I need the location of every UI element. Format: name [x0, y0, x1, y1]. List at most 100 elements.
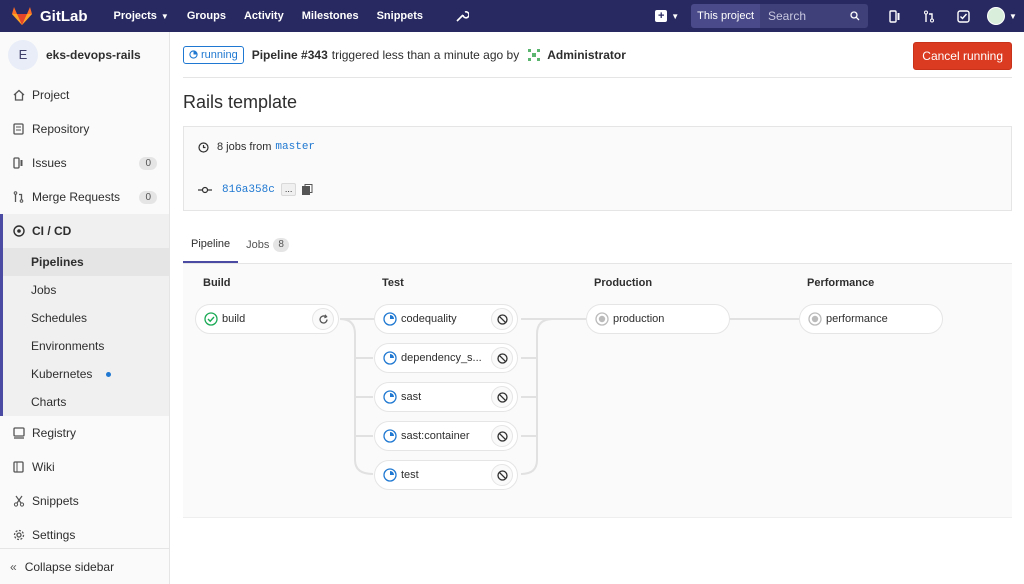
sidebar-subitem-kubernetes[interactable]: Kubernetes	[3, 360, 169, 388]
pipeline-tabs: Pipeline Jobs 8	[183, 227, 1012, 264]
stage-title-test: Test	[382, 277, 404, 289]
cancel-icon	[496, 391, 508, 403]
pipeline-info-box: 8 jobs from master 816a358c ...	[183, 126, 1012, 211]
chevron-down-icon: ▼	[160, 11, 169, 21]
todo-check-icon	[956, 9, 970, 23]
cancel-job-button[interactable]	[491, 386, 513, 408]
sidebar-item-snippets[interactable]: Snippets	[0, 484, 169, 518]
cancel-running-button[interactable]: Cancel running	[913, 42, 1012, 70]
nav-projects-label: Projects	[113, 10, 157, 22]
job-dependency-scanning[interactable]: dependency_s...	[374, 343, 518, 373]
sidebar-subitem-charts[interactable]: Charts	[3, 388, 169, 416]
search-scope[interactable]: This project	[691, 4, 760, 28]
running-icon	[383, 390, 397, 404]
job-build[interactable]: build	[195, 304, 339, 334]
sidebar-item-label: Snippets	[32, 494, 79, 508]
cancel-job-button[interactable]	[491, 308, 513, 330]
running-icon	[383, 468, 397, 482]
search-input[interactable]: Search	[760, 4, 868, 28]
issues-nav-button[interactable]	[878, 0, 912, 32]
merge-requests-count-badge: 0	[139, 190, 157, 204]
commit-message-toggle[interactable]: ...	[280, 183, 297, 196]
double-chevron-left-icon: «	[10, 559, 17, 574]
merge-requests-nav-button[interactable]	[912, 0, 946, 32]
project-avatar: E	[8, 40, 38, 70]
collapse-sidebar-label: Collapse sidebar	[24, 559, 115, 574]
plus-icon: +	[655, 10, 668, 22]
wrench-icon[interactable]	[455, 9, 470, 23]
merge-icon	[12, 191, 25, 204]
app-name: GitLab	[40, 7, 88, 25]
pipeline-user[interactable]: Administrator	[547, 48, 626, 62]
avatar	[527, 47, 542, 62]
job-name: codequality	[401, 313, 457, 325]
todos-nav-button[interactable]	[946, 0, 980, 32]
new-dropdown-button[interactable]: + ▼	[655, 10, 679, 22]
job-name: performance	[826, 313, 888, 325]
sidebar-subitem-pipelines[interactable]: Pipelines	[3, 248, 169, 276]
nav-activity[interactable]: Activity	[244, 10, 284, 22]
sidebar-item-registry[interactable]: Registry	[0, 416, 169, 450]
chevron-down-icon: ▼	[671, 11, 680, 21]
gitlab-logo[interactable]: GitLab	[12, 7, 88, 25]
job-sast[interactable]: sast	[374, 382, 518, 412]
merge-request-icon	[924, 10, 934, 22]
status-badge[interactable]: running	[183, 45, 244, 64]
job-production[interactable]: production	[586, 304, 730, 334]
sidebar-item-merge-requests[interactable]: Merge Requests 0	[0, 180, 169, 214]
chevron-down-icon: ▼	[1009, 11, 1017, 21]
job-name: dependency_s...	[401, 352, 482, 364]
registry-icon	[12, 427, 25, 440]
sidebar-subitem-jobs[interactable]: Jobs	[3, 276, 169, 304]
main-content: running Pipeline #343 triggered less tha…	[183, 32, 1012, 518]
nav-snippets[interactable]: Snippets	[377, 10, 423, 22]
tab-pipeline[interactable]: Pipeline	[183, 227, 239, 263]
jobs-count-text: 8 jobs from	[217, 141, 272, 153]
copy-icon[interactable]	[302, 184, 313, 195]
pipeline-graph: Build Test Production Performance build …	[183, 264, 1012, 518]
job-test[interactable]: test	[374, 460, 518, 490]
search-icon	[850, 11, 860, 21]
job-name: build	[222, 313, 246, 325]
stage-title-performance: Performance	[807, 277, 875, 289]
avatar	[987, 7, 1006, 25]
sidebar-item-project[interactable]: Project	[0, 78, 169, 112]
cancel-job-button[interactable]	[491, 347, 513, 369]
stage-title-build: Build	[203, 277, 231, 289]
jobs-info-row: 8 jobs from master	[198, 141, 315, 153]
job-codequality[interactable]: codequality	[374, 304, 518, 334]
collapse-sidebar-button[interactable]: « Collapse sidebar	[0, 548, 169, 584]
branch-link[interactable]: master	[275, 141, 315, 153]
running-icon	[189, 50, 198, 59]
nav-projects[interactable]: Projects ▼	[114, 10, 169, 22]
sidebar-item-label: CI / CD	[32, 224, 72, 238]
tab-jobs-label: Jobs	[246, 239, 270, 251]
job-name: production	[613, 313, 665, 325]
sidebar-item-label: Settings	[32, 528, 76, 542]
sidebar-item-wiki[interactable]: Wiki	[0, 450, 169, 484]
sidebar-item-settings[interactable]: Settings	[0, 518, 169, 552]
retry-job-button[interactable]	[312, 308, 334, 330]
sidebar-item-label: Merge Requests	[32, 190, 121, 204]
stage-title-production: Production	[594, 277, 653, 289]
stage-connectors	[339, 318, 799, 475]
job-sast-container[interactable]: sast:container	[374, 421, 518, 451]
user-menu-button[interactable]: ▼	[980, 0, 1024, 32]
sidebar-item-repository[interactable]: Repository	[0, 112, 169, 146]
sidebar-item-cicd[interactable]: CI / CD	[3, 214, 169, 248]
nav-milestones[interactable]: Milestones	[302, 10, 359, 22]
job-performance[interactable]: performance	[799, 304, 943, 334]
cancel-job-button[interactable]	[491, 425, 513, 447]
sidebar-item-issues[interactable]: Issues 0	[0, 146, 169, 180]
sidebar-subitem-schedules[interactable]: Schedules	[3, 304, 169, 332]
sidebar-subitem-environments[interactable]: Environments	[3, 332, 169, 360]
retry-icon	[318, 313, 328, 324]
job-name: sast:container	[401, 430, 470, 442]
tab-jobs[interactable]: Jobs 8	[238, 227, 297, 263]
nav-groups[interactable]: Groups	[187, 10, 226, 22]
cancel-job-button[interactable]	[491, 464, 513, 486]
clock-icon	[198, 141, 209, 153]
cancel-icon	[496, 352, 508, 364]
commit-sha-link[interactable]: 816a358c	[222, 184, 275, 196]
sidebar-project-header[interactable]: E eks-devops-rails	[0, 32, 169, 78]
